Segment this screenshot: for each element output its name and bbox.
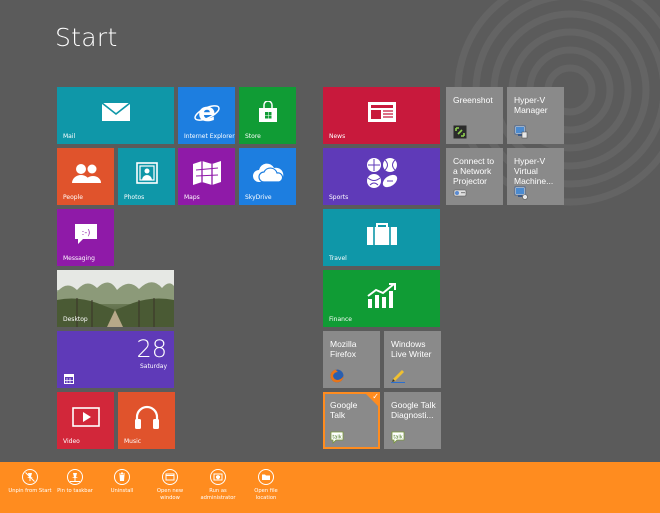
- tile-title: Mozilla Firefox: [330, 339, 357, 359]
- unpin-icon: [25, 472, 35, 482]
- google-talk-icon: talk: [330, 431, 344, 444]
- shield-icon: [213, 473, 223, 481]
- tile-label: Music: [124, 438, 142, 445]
- tile-label: News: [329, 133, 346, 140]
- projector-icon: [453, 189, 467, 197]
- tile-mail[interactable]: Mail: [57, 87, 174, 144]
- tile-google-talk-diagnostics[interactable]: Google Talk Diagnosti... talk: [384, 392, 441, 449]
- tile-sports[interactable]: Sports: [323, 148, 440, 205]
- tile-label: Finance: [329, 316, 352, 323]
- play-icon: [71, 407, 100, 427]
- command-label: Run as administrator: [200, 488, 236, 501]
- tile-photos[interactable]: Photos: [118, 148, 175, 205]
- headphones-icon: [134, 405, 159, 430]
- svg-text::-): :-): [81, 228, 90, 237]
- tile-label: Store: [245, 133, 261, 140]
- tile-greenshot[interactable]: Greenshot: [446, 87, 503, 144]
- firefox-icon: [330, 369, 344, 383]
- greenshot-icon: [453, 125, 467, 139]
- newspaper-icon: [367, 102, 396, 123]
- app-bar: Unpin from Start Pin to taskbar Uninstal…: [0, 462, 660, 513]
- tile-video[interactable]: Video: [57, 392, 114, 449]
- tile-connect-network-projector[interactable]: Connect to a Network Projector: [446, 148, 503, 205]
- hyper-v-vm-icon: [514, 186, 528, 200]
- google-talk-diagnostics-icon: talk: [391, 431, 405, 444]
- tile-title: Connect to a Network Projector: [453, 156, 495, 186]
- tile-title: Google Talk Diagnosti...: [391, 400, 436, 420]
- svg-text:talk: talk: [332, 435, 341, 441]
- calendar-day: Saturday: [139, 363, 167, 370]
- chart-icon: [366, 283, 396, 309]
- tile-title: Windows Live Writer: [391, 339, 432, 359]
- calendar-icon: [64, 374, 74, 384]
- tile-skydrive[interactable]: SkyDrive: [239, 148, 296, 205]
- new-window-icon: [165, 473, 175, 481]
- tile-label: Mail: [63, 133, 76, 140]
- photos-icon: [135, 162, 158, 184]
- svg-text:e: e: [198, 99, 216, 125]
- command-label: Open file location: [254, 488, 278, 501]
- tile-label: People: [63, 194, 83, 201]
- tile-label: Photos: [124, 194, 145, 201]
- tile-hyper-v-virtual-machine[interactable]: Hyper-V Virtual Machine...: [507, 148, 564, 205]
- tile-desktop[interactable]: Desktop: [57, 270, 174, 327]
- messaging-icon: :-): [74, 224, 97, 245]
- sports-icon: [366, 158, 397, 189]
- command-label: Open new window: [156, 488, 184, 501]
- suitcase-icon: [366, 223, 397, 246]
- mail-icon: [101, 102, 130, 122]
- open-file-location-button[interactable]: Open file location: [236, 469, 296, 502]
- tile-internet-explorer[interactable]: e Internet Explorer: [178, 87, 235, 144]
- tile-label: Travel: [329, 255, 347, 262]
- selected-check-icon: ✓: [364, 392, 380, 408]
- tile-google-talk[interactable]: Google Talk ✓ talk: [323, 392, 380, 449]
- trash-icon: [119, 472, 125, 481]
- cloud-icon: [252, 163, 283, 183]
- tile-maps[interactable]: Maps: [178, 148, 235, 205]
- tile-label: SkyDrive: [245, 194, 272, 201]
- store-icon: [258, 101, 277, 123]
- tile-mozilla-firefox[interactable]: Mozilla Firefox: [323, 331, 380, 388]
- maps-icon: [192, 161, 221, 186]
- tile-people[interactable]: People: [57, 148, 114, 205]
- tile-windows-live-writer[interactable]: Windows Live Writer: [384, 331, 441, 388]
- calendar-date: 28: [136, 335, 167, 363]
- tile-music[interactable]: Music: [118, 392, 175, 449]
- tile-label: Desktop: [63, 316, 88, 323]
- ie-icon: e: [193, 99, 220, 125]
- tile-hyper-v-manager[interactable]: Hyper-V Manager: [507, 87, 564, 144]
- live-writer-icon: [391, 370, 405, 383]
- hyper-v-manager-icon: [514, 125, 528, 139]
- tile-label: Video: [63, 438, 80, 445]
- tile-calendar[interactable]: 28 Saturday: [57, 331, 174, 388]
- tile-title: Hyper-V Manager: [514, 95, 548, 115]
- page-title: Start: [55, 23, 118, 52]
- pin-icon: [70, 473, 80, 482]
- folder-icon: [262, 474, 270, 480]
- tile-title: Greenshot: [453, 95, 493, 105]
- tile-finance[interactable]: Finance: [323, 270, 440, 327]
- svg-text:talk: talk: [393, 435, 402, 441]
- tile-label: Maps: [184, 194, 200, 201]
- tile-label: Messaging: [63, 255, 95, 262]
- people-icon: [71, 164, 101, 184]
- tile-title: Hyper-V Virtual Machine...: [514, 156, 554, 186]
- tile-messaging[interactable]: :-) Messaging: [57, 209, 114, 266]
- tile-label: Internet Explorer: [184, 133, 235, 140]
- tile-news[interactable]: News: [323, 87, 440, 144]
- tile-label: Sports: [329, 194, 349, 201]
- tile-travel[interactable]: Travel: [323, 209, 440, 266]
- tile-store[interactable]: Store: [239, 87, 296, 144]
